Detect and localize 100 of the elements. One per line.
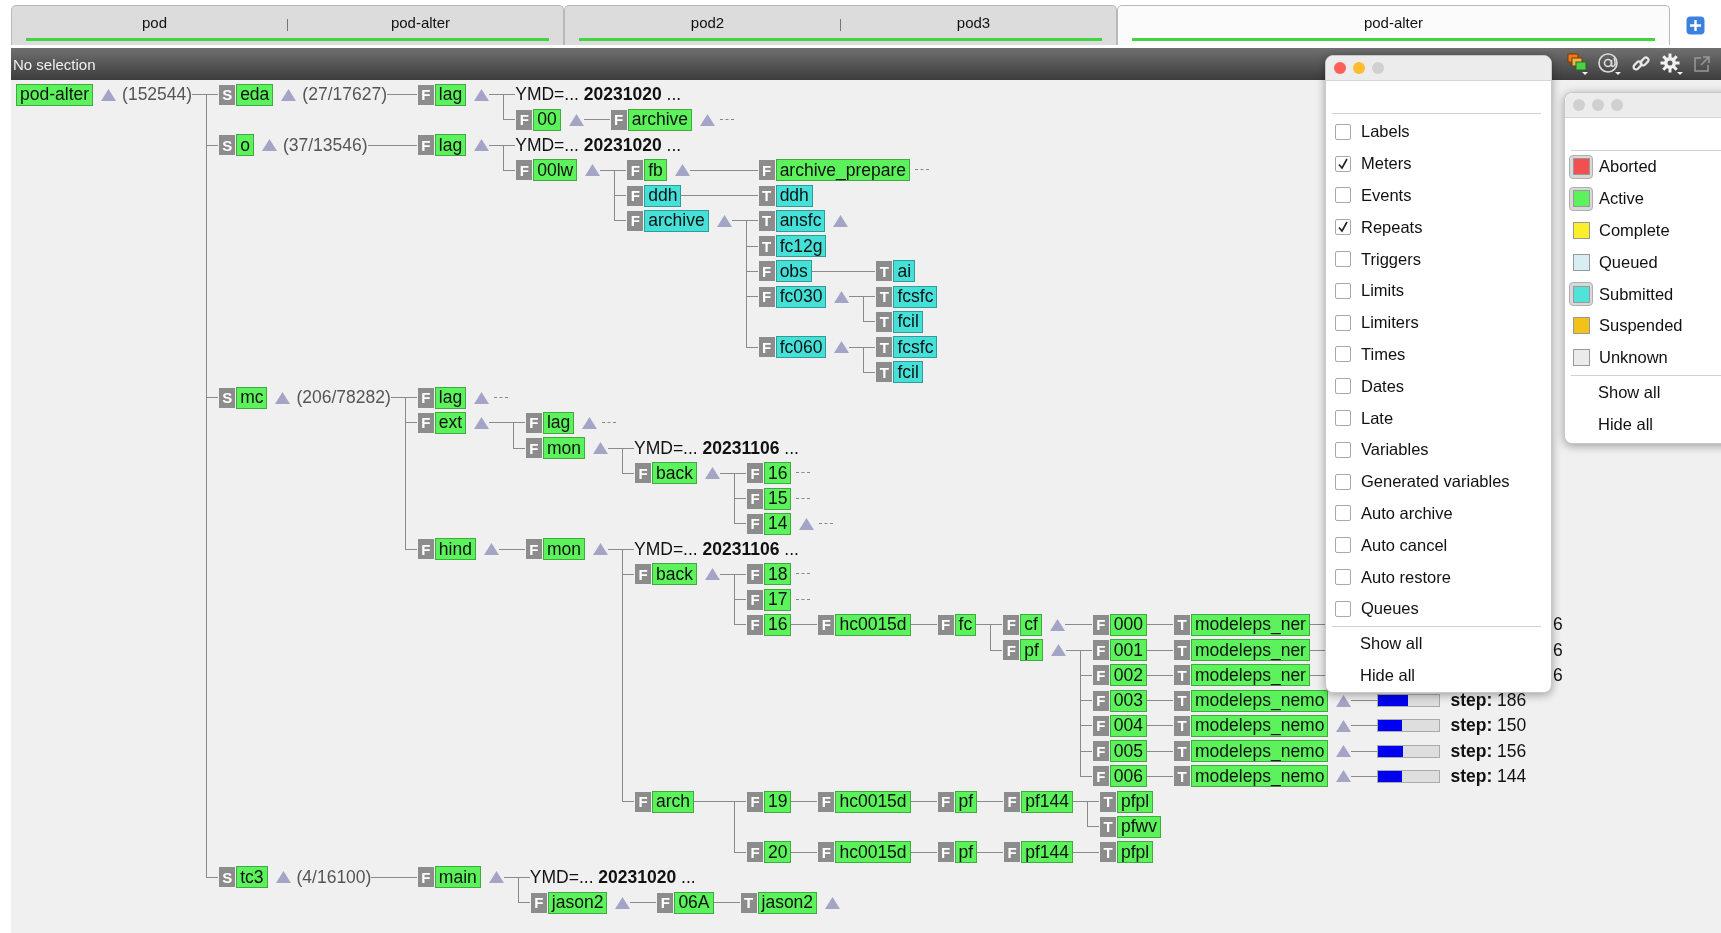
tree-node[interactable]: 00 xyxy=(533,108,561,131)
tree-node[interactable]: cf xyxy=(1020,613,1042,636)
checkbox[interactable] xyxy=(1335,410,1351,427)
window-control-icon[interactable] xyxy=(1334,62,1346,74)
state-option[interactable]: Complete xyxy=(1565,214,1721,247)
tree-node[interactable]: ddh xyxy=(644,184,682,207)
tree-node[interactable]: ai xyxy=(893,260,916,283)
checkbox[interactable] xyxy=(1335,314,1351,331)
filter-option[interactable]: Meters xyxy=(1326,147,1551,180)
filter-option[interactable]: Queues xyxy=(1326,592,1551,625)
tree-node[interactable]: jason2 xyxy=(757,891,818,914)
window-control-icon[interactable] xyxy=(1353,62,1365,74)
tree-node[interactable]: 005 xyxy=(1109,740,1148,763)
tree-node[interactable]: modeleps_nemo xyxy=(1191,714,1329,737)
tree-node[interactable]: jason2 xyxy=(547,891,608,914)
tree-node[interactable]: pf xyxy=(1020,639,1043,662)
server-tab[interactable]: pod2 pod3 xyxy=(564,5,1117,45)
tree-node[interactable]: 00lw xyxy=(533,159,578,182)
tree-node[interactable]: ddh xyxy=(775,184,813,207)
menu-action[interactable]: Show all xyxy=(1326,627,1551,660)
checkbox[interactable] xyxy=(1335,187,1351,204)
checkbox[interactable] xyxy=(1335,155,1351,172)
tree-node[interactable]: pf xyxy=(954,790,978,813)
tree-node[interactable]: pfwv xyxy=(1117,815,1161,838)
tree-node[interactable]: hc0015d xyxy=(835,841,911,864)
checkbox[interactable] xyxy=(1335,251,1351,268)
tree-node[interactable]: modeleps_nemo xyxy=(1191,765,1329,788)
tree-node[interactable]: modeleps_nemo xyxy=(1191,689,1329,712)
menu-action[interactable]: Show all xyxy=(1565,376,1721,409)
tree-node[interactable]: mon xyxy=(542,437,585,460)
tree-node[interactable]: modeleps_ner xyxy=(1191,639,1310,662)
tree-node[interactable]: arch xyxy=(652,790,695,813)
tree-node[interactable]: fc030 xyxy=(775,285,827,308)
checkbox[interactable] xyxy=(1335,505,1351,522)
tree-node[interactable]: 006 xyxy=(1109,765,1148,788)
tree-node[interactable]: 18 xyxy=(763,563,792,586)
state-option[interactable]: Aborted xyxy=(1565,151,1721,183)
checkbox[interactable] xyxy=(1335,537,1351,554)
tree-node[interactable]: 003 xyxy=(1109,689,1148,712)
tree-node[interactable]: lag xyxy=(434,83,467,106)
tree-node[interactable]: fcil xyxy=(893,310,923,333)
tree-node[interactable]: fcsfc xyxy=(893,336,938,359)
tree-node[interactable]: hc0015d xyxy=(835,613,911,636)
window-control-icon[interactable] xyxy=(1372,62,1384,74)
checkbox[interactable] xyxy=(1335,473,1351,490)
tree-node[interactable]: fc12g xyxy=(775,235,827,258)
tree-node[interactable]: lag xyxy=(434,134,467,157)
tree-node[interactable]: 19 xyxy=(763,790,792,813)
tree-node[interactable]: eda xyxy=(236,83,274,106)
state-option[interactable]: Queued xyxy=(1565,246,1721,279)
tree-node[interactable]: lag xyxy=(542,411,575,434)
checkbox[interactable] xyxy=(1335,441,1351,458)
tree-node[interactable]: fc060 xyxy=(775,336,827,359)
tree-node[interactable]: o xyxy=(236,134,254,157)
tree-node[interactable]: mc xyxy=(236,386,268,409)
tree-node[interactable]: pf144 xyxy=(1021,841,1073,864)
tree-node[interactable]: 15 xyxy=(763,487,792,510)
state-option[interactable]: Unknown xyxy=(1565,341,1721,374)
filter-option[interactable]: Auto cancel xyxy=(1326,529,1551,562)
filter-option[interactable]: Limiters xyxy=(1326,306,1551,339)
tree-node[interactable]: fb xyxy=(644,159,667,182)
tree-node[interactable]: hind xyxy=(434,538,476,561)
filter-option[interactable]: Variables xyxy=(1326,433,1551,466)
checkbox[interactable] xyxy=(1335,219,1351,236)
window-control-icon[interactable] xyxy=(1611,99,1623,111)
tree-node[interactable]: pf xyxy=(954,841,978,864)
tree-node[interactable]: archive xyxy=(627,108,693,131)
tree-node[interactable]: 004 xyxy=(1109,714,1148,737)
checkbox[interactable] xyxy=(1335,346,1351,363)
tree-node[interactable]: hc0015d xyxy=(835,790,911,813)
tree-node[interactable]: 000 xyxy=(1109,613,1148,636)
tree-node[interactable]: modeleps_ner xyxy=(1191,613,1310,636)
filter-option[interactable]: Dates xyxy=(1326,370,1551,403)
tree-node[interactable]: 17 xyxy=(763,588,792,611)
filter-option[interactable]: Auto restore xyxy=(1326,561,1551,593)
tree-node[interactable]: obs xyxy=(775,260,812,283)
tree-node[interactable]: fcil xyxy=(893,361,923,384)
filter-option[interactable]: Repeats xyxy=(1326,211,1551,244)
tree-node[interactable]: fc xyxy=(954,613,977,636)
tree-node[interactable]: mon xyxy=(542,538,585,561)
tree-node[interactable]: 14 xyxy=(763,512,792,535)
tree-node[interactable]: 06A xyxy=(674,891,714,914)
popout-icon[interactable] xyxy=(1693,55,1711,73)
tree-node[interactable]: archive_prepare xyxy=(775,159,911,182)
filter-option[interactable]: Limits xyxy=(1326,275,1551,307)
at-sign-icon[interactable] xyxy=(1598,53,1622,75)
filter-option[interactable]: Generated variables xyxy=(1326,465,1551,498)
tree-node[interactable]: 16 xyxy=(763,462,792,485)
tree-node[interactable]: tc3 xyxy=(236,866,268,889)
state-option[interactable]: Submitted xyxy=(1565,278,1721,310)
checkbox[interactable] xyxy=(1335,123,1351,140)
window-control-icon[interactable] xyxy=(1592,99,1604,111)
checkbox[interactable] xyxy=(1335,282,1351,299)
tree-node[interactable]: modeleps_ner xyxy=(1191,664,1310,687)
layers-icon[interactable] xyxy=(1567,53,1589,75)
filter-option[interactable]: Labels xyxy=(1326,116,1551,148)
filter-option[interactable]: Events xyxy=(1326,179,1551,212)
checkbox[interactable] xyxy=(1335,569,1351,586)
tree-node[interactable]: main xyxy=(434,866,481,889)
tree-node[interactable]: 16 xyxy=(763,613,792,636)
